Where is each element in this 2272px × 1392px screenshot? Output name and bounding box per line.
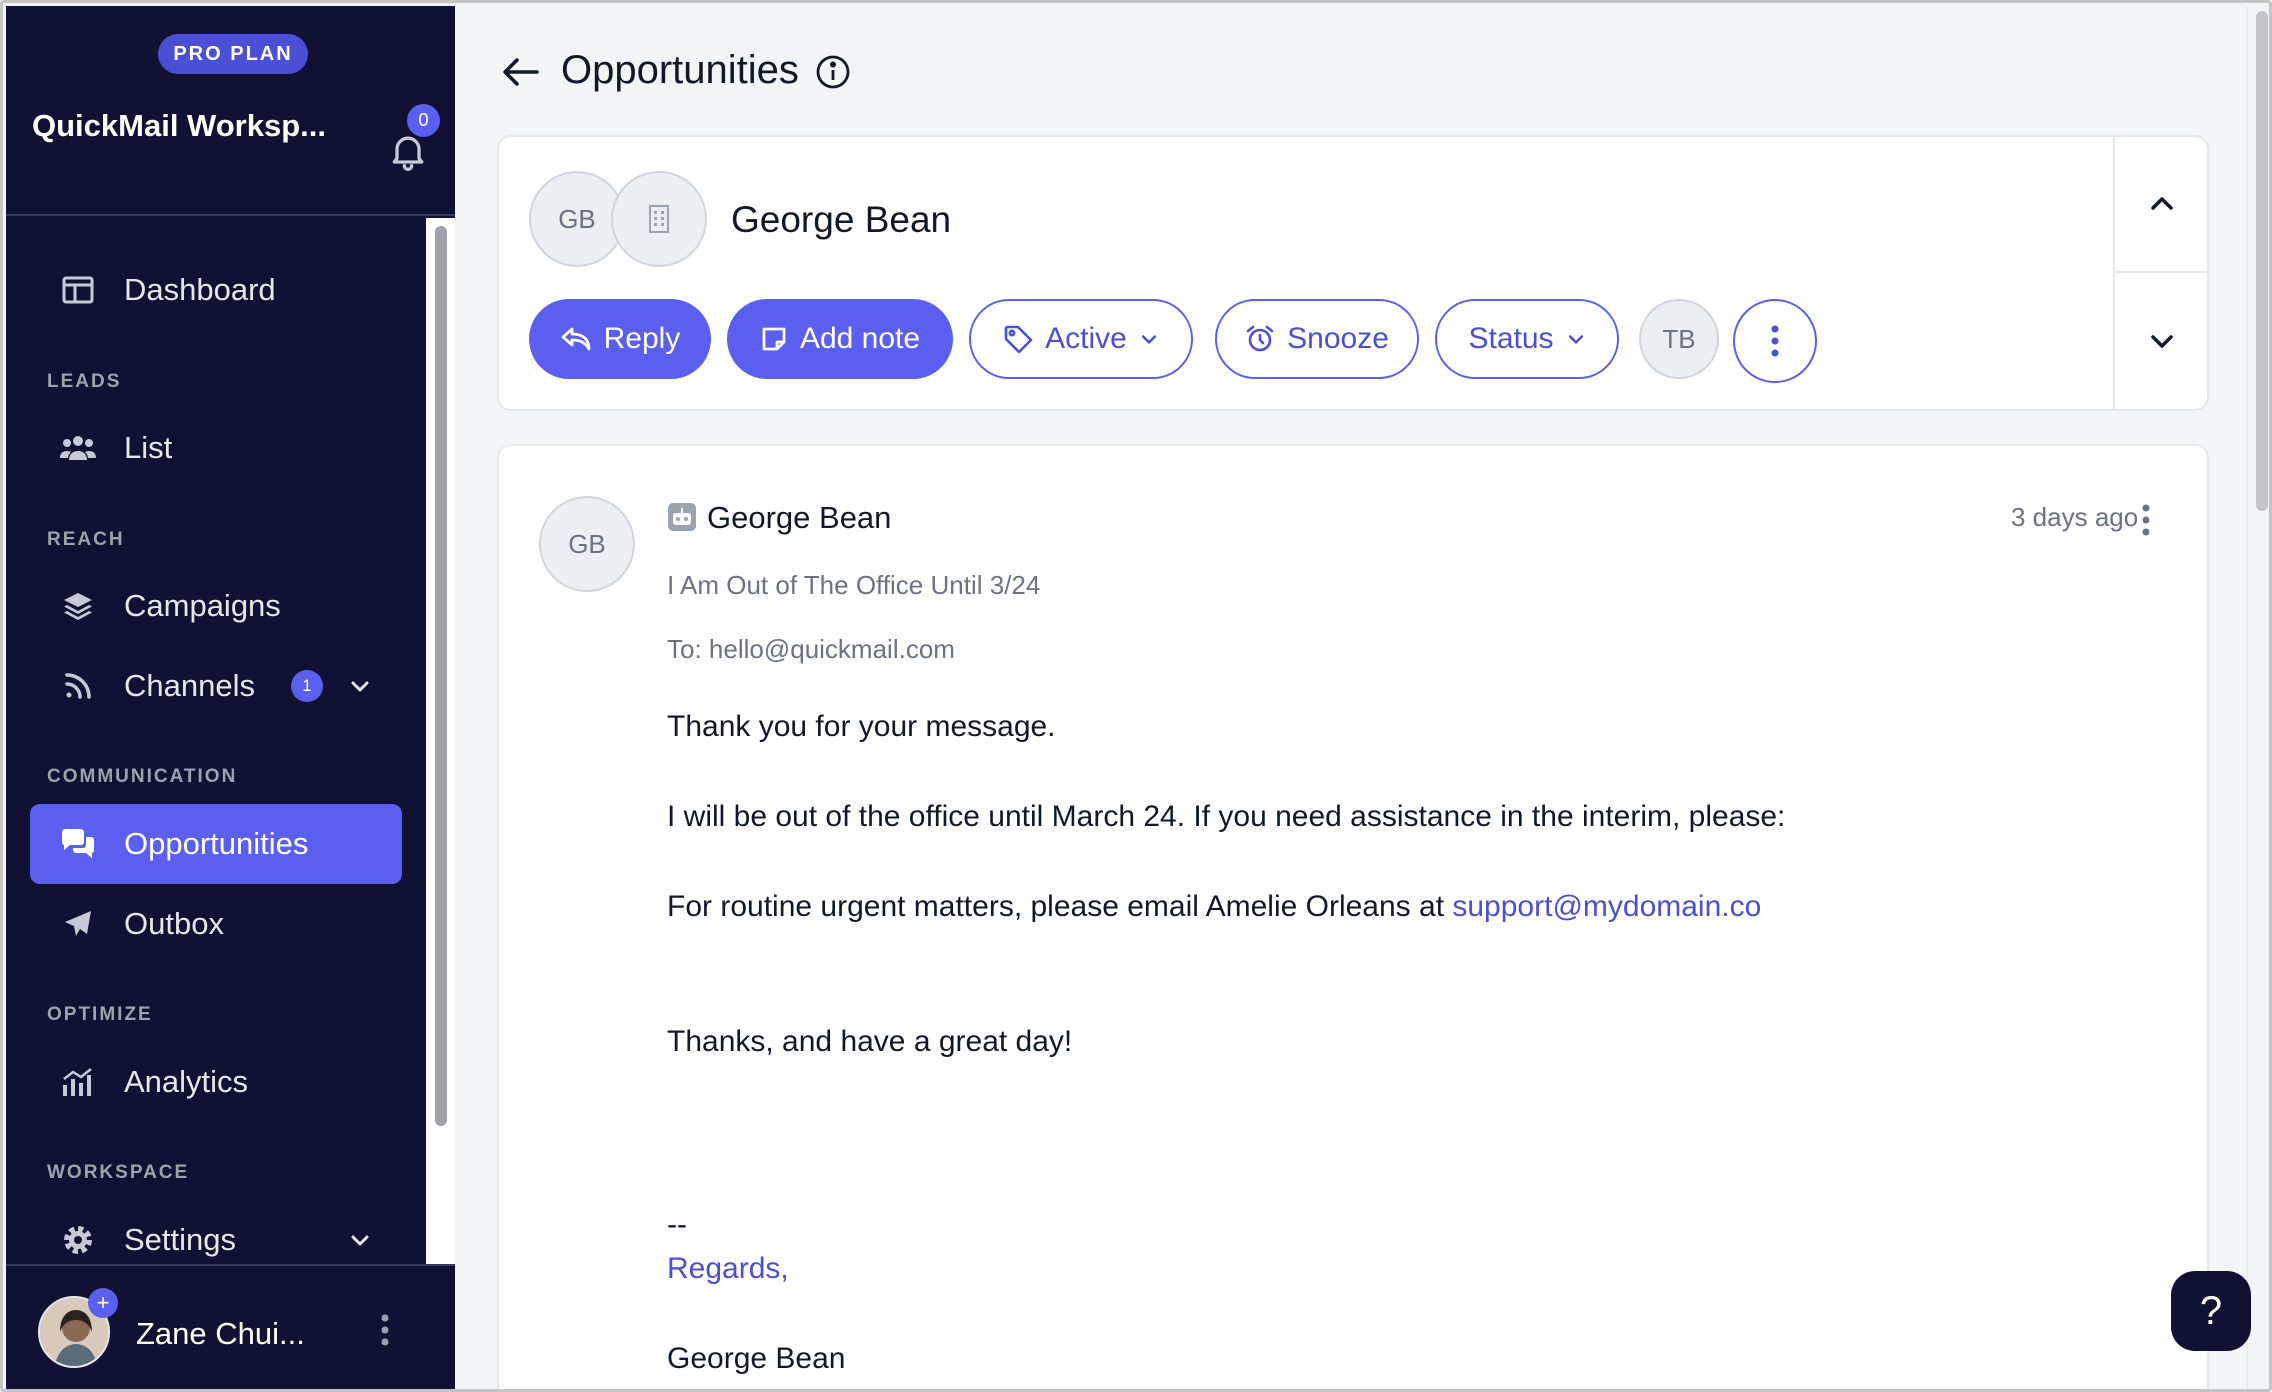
info-icon[interactable] (815, 54, 851, 90)
layers-icon (58, 588, 98, 624)
sidebar-item-label: Channels (124, 668, 255, 703)
message-body-line: For routine urgent matters, please email… (667, 890, 1762, 923)
user-profile[interactable]: + Zane Chui... (6, 1264, 455, 1389)
card-navigation (2113, 137, 2209, 409)
sidebar-item-settings[interactable]: Settings (30, 1200, 402, 1264)
signature-separator: -- (667, 1208, 687, 1241)
snooze-button[interactable]: Snooze (1215, 299, 1419, 379)
chevron-down-icon[interactable] (348, 674, 372, 698)
sidebar-nav: Dashboard LEADS List REACH Campaigns Cha… (6, 218, 426, 1264)
robot-icon (668, 503, 696, 531)
tag-icon (1004, 325, 1033, 354)
message-recipient: To: hello@quickmail.com (667, 634, 955, 664)
help-button[interactable]: ? (2171, 1271, 2251, 1351)
sidebar-item-label: Dashboard (124, 272, 276, 307)
sidebar-item-label: Campaigns (124, 588, 281, 623)
alarm-clock-icon (1246, 325, 1274, 352)
chevron-down-icon[interactable] (348, 1228, 372, 1252)
reply-button[interactable]: Reply (529, 299, 711, 379)
next-button[interactable] (2115, 273, 2209, 409)
lead-name[interactable]: George Bean (731, 199, 951, 241)
opportunity-header-card: GB George Bean Reply Add note Active Sno… (497, 135, 2209, 411)
main-scrollbar-thumb[interactable] (2256, 11, 2268, 511)
sidebar-item-label: Opportunities (124, 826, 309, 861)
company-avatar (611, 171, 707, 267)
previous-button[interactable] (2115, 137, 2209, 273)
chevron-down-icon (1568, 335, 1583, 344)
more-actions-button[interactable] (1733, 299, 1817, 383)
message-body-line: Thanks, and have a great day! (667, 1025, 1073, 1058)
dashboard-icon (58, 272, 98, 308)
app-window: PRO PLAN QuickMail Worksp... 0 Dashboard (0, 0, 2272, 1392)
email-link[interactable]: support@mydomain.co (1452, 890, 1761, 923)
sidebar-item-list[interactable]: List (30, 408, 402, 488)
add-account-badge[interactable]: + (88, 1288, 118, 1318)
chevron-up-icon (2151, 197, 2173, 210)
sidebar-header: PRO PLAN QuickMail Worksp... 0 (6, 6, 455, 216)
sidebar-item-label: Outbox (124, 906, 224, 941)
message-body-line: Thank you for your message. (667, 710, 1056, 743)
building-icon (649, 205, 669, 233)
notification-count-badge: 0 (407, 104, 440, 137)
sidebar-item-analytics[interactable]: Analytics (30, 1042, 402, 1122)
kebab-menu-icon (1771, 325, 1779, 357)
status-dropdown[interactable]: Status (1435, 299, 1619, 379)
tag-active-dropdown[interactable]: Active (969, 299, 1193, 379)
chevron-down-icon (1141, 335, 1156, 344)
signature-regards: Regards, (667, 1252, 789, 1285)
user-name: Zane Chui... (136, 1316, 305, 1351)
message-card: GB George Bean 3 days ago I Am Out of Th… (497, 444, 2209, 1389)
back-arrow-icon[interactable] (501, 54, 541, 90)
plan-badge: PRO PLAN (158, 34, 308, 74)
assignee-avatar[interactable]: TB (1639, 299, 1719, 379)
add-note-button[interactable]: Add note (727, 299, 953, 379)
sidebar-item-campaigns[interactable]: Campaigns (30, 566, 402, 646)
gear-icon (58, 1222, 98, 1258)
kebab-menu-icon[interactable] (378, 1312, 392, 1348)
workspace-name[interactable]: QuickMail Worksp... (32, 108, 326, 144)
kebab-menu-icon[interactable] (2139, 502, 2153, 538)
message-subject: I Am Out of The Office Until 3/24 (667, 570, 1041, 600)
sender-avatar: GB (539, 496, 635, 592)
sender-name: George Bean (707, 500, 892, 535)
section-leads: LEADS (47, 371, 122, 392)
channels-count-badge: 1 (290, 670, 323, 702)
analytics-icon (58, 1064, 98, 1100)
sidebar-item-label: Analytics (124, 1064, 249, 1099)
section-workspace: WORKSPACE (47, 1162, 190, 1183)
section-optimize: OPTIMIZE (47, 1004, 153, 1025)
message-body-line: I will be out of the office until March … (667, 800, 1786, 833)
page-title: Opportunities (561, 48, 799, 92)
chevron-down-icon (2151, 335, 2173, 348)
sidebar-item-dashboard[interactable]: Dashboard (30, 250, 402, 330)
rss-icon (58, 668, 98, 704)
reply-icon (561, 327, 591, 351)
sidebar: PRO PLAN QuickMail Worksp... 0 Dashboard (6, 6, 455, 1389)
signature-name: George Bean (667, 1342, 846, 1375)
note-icon (762, 327, 786, 351)
main-content: Opportunities GB George Bean Reply Add n… (455, 6, 2253, 1389)
sidebar-item-outbox[interactable]: Outbox (30, 884, 402, 964)
section-communication: COMMUNICATION (47, 766, 238, 787)
sidebar-item-channels[interactable]: Channels 1 (30, 646, 402, 726)
sidebar-item-label: List (124, 430, 173, 465)
section-reach: REACH (47, 529, 125, 550)
chat-bubbles-icon (58, 826, 98, 862)
message-timestamp: 3 days ago (2011, 502, 2139, 532)
sidebar-item-label: Settings (124, 1222, 237, 1257)
paper-plane-icon (58, 906, 98, 942)
sidebar-item-opportunities[interactable]: Opportunities (30, 804, 402, 884)
users-icon (58, 430, 98, 466)
sidebar-scrollbar-thumb[interactable] (435, 226, 447, 1126)
